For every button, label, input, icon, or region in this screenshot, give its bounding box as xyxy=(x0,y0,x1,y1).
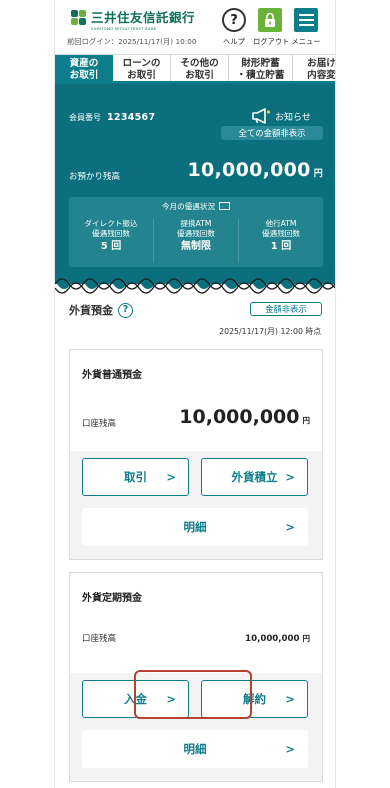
card-actions: 取引 > 外貨積立 > 明細 > xyxy=(70,451,322,559)
tab-assets-line2: お取引 xyxy=(69,69,99,81)
tab-settings[interactable]: お届け 内容変 xyxy=(293,55,336,81)
window-icon xyxy=(219,202,231,210)
card-title: 外貨定期預金 xyxy=(82,593,142,604)
card-balance-value: 10,000,000 円 xyxy=(179,406,310,428)
statement-label: 明細 xyxy=(183,520,207,534)
perks-title: 今月の優遇状況 xyxy=(69,201,323,212)
megaphone-icon xyxy=(252,108,271,124)
statement-button[interactable]: 明細 > xyxy=(82,730,308,768)
deposit-label: 入金 xyxy=(124,692,147,706)
perks-title-text: 今月の優遇状況 xyxy=(161,202,216,211)
help-button[interactable]: ? ヘルプ xyxy=(217,8,251,47)
perks-columns: ダイレクト振込 優遇残回数 5 回 提携ATM 優遇残回数 無制限 他行ATM … xyxy=(69,219,323,263)
chevron-right-icon: > xyxy=(285,520,295,534)
chevron-right-icon: > xyxy=(285,470,295,484)
perk-sublabel: 優遇残回数 xyxy=(92,229,130,238)
perk-value: 1 回 xyxy=(270,241,292,252)
balance-label: お預かり残高 xyxy=(69,172,121,182)
perk-label: ダイレクト振込 xyxy=(84,219,138,228)
help-circle-icon[interactable]: ? xyxy=(118,302,133,318)
deposit-button[interactable]: 入金 > xyxy=(82,680,189,718)
tab-loans[interactable]: ローンの お取引 xyxy=(113,55,171,81)
perk-partner-atm: 提携ATM 優遇残回数 無制限 xyxy=(154,219,239,263)
tab-others[interactable]: その他の お取引 xyxy=(171,55,229,81)
transaction-label: 取引 xyxy=(124,470,147,484)
chevron-right-icon: > xyxy=(166,470,176,484)
notice-label: お知らせ xyxy=(275,112,311,123)
card-balance-unit: 円 xyxy=(302,416,311,425)
perk-value: 無制限 xyxy=(181,241,211,252)
card-balance-amount: 10,000,000 xyxy=(245,634,300,644)
tab-assets-line1: 資産の xyxy=(69,58,99,69)
logout-label: ログアウト xyxy=(253,37,290,46)
card-balance-label: 口座残高 xyxy=(82,634,117,644)
cancel-contract-label: 解約 xyxy=(243,692,266,706)
tab-settings-line2: 内容変 xyxy=(307,69,336,81)
as-of-timestamp: 2025/11/17(月) 12:00 時点 xyxy=(219,327,321,336)
chevron-right-icon: > xyxy=(285,692,295,706)
notice-button[interactable]: お知らせ xyxy=(251,108,311,124)
tab-assets[interactable]: 資産の お取引 xyxy=(55,55,113,81)
fx-section-title: 外貨預金 ? xyxy=(69,302,133,318)
hamburger-icon xyxy=(294,8,318,32)
card-balance-amount: 10,000,000 xyxy=(179,406,300,428)
member-info: 会員番号 1234567 xyxy=(69,112,155,123)
tab-others-line1: その他の xyxy=(180,58,219,69)
wave-divider xyxy=(55,268,335,294)
tab-loans-line1: ローンの xyxy=(122,58,161,69)
tab-loans-line2: お取引 xyxy=(127,69,156,81)
logout-button[interactable]: ログアウト xyxy=(253,8,290,47)
help-icon: ? xyxy=(222,8,246,32)
perk-sublabel: 優遇残回数 xyxy=(262,229,300,238)
card-actions: 入金 > 解約 > 明細 > xyxy=(70,673,322,781)
card-balance-label: 口座残高 xyxy=(82,419,117,429)
hide-all-amounts-button[interactable]: 全ての金額非表示 xyxy=(221,126,323,140)
tab-savings-line2: ・積立貯蓄 xyxy=(236,69,285,81)
cancel-contract-button[interactable]: 解約 > xyxy=(201,680,308,718)
fx-time-deposit-card: 外貨定期預金 口座残高 10,000,000 円 入金 > 解約 > 明細 > xyxy=(69,572,323,782)
balance-unit: 円 xyxy=(313,169,323,179)
perk-label: 他行ATM xyxy=(265,219,297,228)
card-balance-value: 10,000,000 円 xyxy=(245,633,310,644)
header: 三井住友信託銀行 SUMITOMO MITSUI TRUST BANK 前回ログ… xyxy=(55,0,335,52)
card-title: 外貨普通預金 xyxy=(82,370,142,381)
logo-mark-icon xyxy=(71,10,87,26)
help-label: ヘルプ xyxy=(223,37,245,46)
fx-savings-plan-label: 外貨積立 xyxy=(231,470,278,484)
balance-amount: 10,000,000 xyxy=(187,159,311,181)
menu-button[interactable]: メニュー xyxy=(289,8,323,47)
transaction-button[interactable]: 取引 > xyxy=(82,458,189,496)
balance-value: 10,000,000 円 xyxy=(187,159,323,181)
fx-title: 外貨預金 xyxy=(69,304,113,317)
fx-ordinary-card: 外貨普通預金 口座残高 10,000,000 円 取引 > 外貨積立 > 明細 > xyxy=(69,349,323,560)
tab-savings-line1: 財形貯蓄 xyxy=(241,58,280,69)
bank-name-en: SUMITOMO MITSUI TRUST BANK xyxy=(91,27,157,31)
tab-savings[interactable]: 財形貯蓄 ・積立貯蓄 xyxy=(229,55,293,81)
statement-label: 明細 xyxy=(183,742,207,756)
perk-other-bank-atm: 他行ATM 優遇残回数 1 回 xyxy=(239,219,323,263)
chevron-right-icon: > xyxy=(285,742,295,756)
perk-value: 5 回 xyxy=(100,241,122,252)
lock-icon xyxy=(258,8,282,32)
bank-logo[interactable]: 三井住友信託銀行 xyxy=(71,10,195,26)
app-screen: 三井住友信託銀行 SUMITOMO MITSUI TRUST BANK 前回ログ… xyxy=(54,0,336,788)
main-tabs: 資産の お取引 ローンの お取引 その他の お取引 財形貯蓄 ・積立貯蓄 お届け… xyxy=(55,54,336,84)
perks-panel[interactable]: 今月の優遇状況 ダイレクト振込 優遇残回数 5 回 提携ATM 優遇残回数 無制… xyxy=(69,197,323,267)
card-balance-unit: 円 xyxy=(302,634,311,643)
account-summary: 会員番号 1234567 お知らせ 全ての金額非表示 お預かり残高 10,000,… xyxy=(55,84,335,284)
tab-others-line2: お取引 xyxy=(185,69,214,81)
perk-direct-transfer: ダイレクト振込 優遇残回数 5 回 xyxy=(69,219,154,263)
last-login: 前回ログイン：2025/11/17(月) 10:00 xyxy=(67,37,197,46)
fx-hide-amounts-button[interactable]: 金額非表示 xyxy=(250,302,322,316)
chevron-right-icon: > xyxy=(166,692,176,706)
fx-savings-plan-button[interactable]: 外貨積立 > xyxy=(201,458,308,496)
member-label: 会員番号 xyxy=(69,113,101,122)
menu-label: メニュー xyxy=(291,37,321,46)
perk-label: 提携ATM xyxy=(180,219,212,228)
statement-button[interactable]: 明細 > xyxy=(82,508,308,546)
bank-name: 三井住友信託銀行 xyxy=(91,10,196,25)
perk-sublabel: 優遇残回数 xyxy=(177,229,215,238)
member-number: 1234567 xyxy=(107,112,156,123)
tab-settings-line1: お届け xyxy=(307,58,336,69)
